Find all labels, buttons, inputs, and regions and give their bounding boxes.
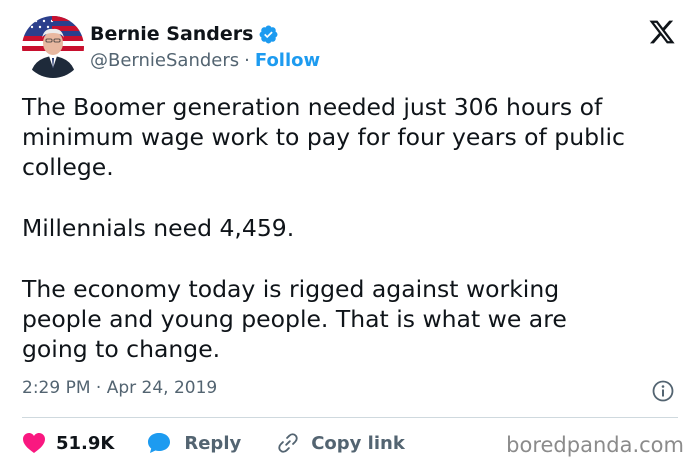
tweet-timestamp[interactable]: 2:29 PM · Apr 24, 2019 [22, 378, 217, 398]
like-button[interactable]: 51.9K [22, 432, 114, 454]
action-bar: 51.9K Reply Copy link [22, 428, 405, 458]
copy-link-button[interactable]: Copy link [277, 432, 405, 454]
link-icon [278, 433, 298, 453]
divider [22, 417, 678, 418]
author-name[interactable]: Bernie Sanders [90, 23, 253, 45]
reply-button[interactable]: Reply [146, 431, 241, 455]
reply-bubble-icon [148, 433, 171, 453]
author-row: Bernie Sanders [90, 22, 279, 46]
follow-button[interactable]: Follow [255, 50, 320, 71]
watermark: boredpanda.com [506, 433, 684, 457]
reply-label: Reply [184, 432, 242, 454]
tweet-paragraph: Millennials need 4,459. [22, 214, 295, 242]
handle-separator: · [244, 49, 250, 71]
handle-row: @BernieSanders · Follow [90, 48, 320, 72]
info-icon[interactable] [651, 379, 675, 403]
tweet-paragraph: The economy today is rigged against work… [22, 275, 567, 363]
avatar[interactable] [22, 16, 84, 78]
heart-icon [23, 433, 45, 453]
copy-link-label: Copy link [311, 432, 405, 454]
verified-badge-icon [260, 25, 278, 43]
x-logo-icon[interactable] [648, 18, 676, 46]
tweet-paragraph: The Boomer generation needed just 306 ho… [22, 93, 625, 181]
author-handle[interactable]: @BernieSanders [90, 50, 239, 71]
tweet-text: The Boomer generation needed just 306 ho… [22, 92, 687, 395]
like-count: 51.9K [56, 432, 115, 454]
